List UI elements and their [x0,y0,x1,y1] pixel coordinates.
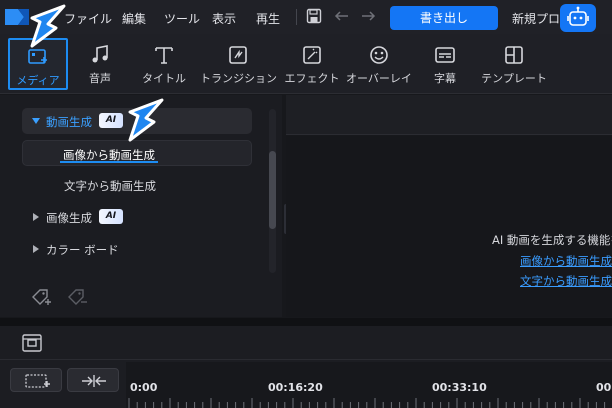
tab-media-label: メディア [16,74,60,87]
ruler-time-label: 00:16:20 [268,381,323,394]
overlay-icon [370,46,388,64]
tree-item-text-to-video[interactable]: 文字から動画生成 [22,172,252,198]
link-image-to-video[interactable]: 画像から動画生成 [520,253,612,269]
collapsed-arrow-icon [33,213,39,221]
menu-view[interactable]: 表示 [212,10,236,27]
tab-template[interactable]: テンプレート [478,38,550,90]
menu-edit[interactable]: 編集 [122,10,146,27]
collapsed-arrow-icon [33,245,39,253]
tree-item-image-generation-label: 画像生成 [46,211,92,225]
robot-icon [567,6,589,26]
content-area [286,136,612,317]
tab-effect[interactable]: エフェクト [280,38,344,90]
tab-title-label: タイトル [142,72,186,85]
ruler-ticks [128,398,606,408]
tab-audio[interactable]: 音声 [72,38,128,90]
menu-file[interactable]: ファイル [64,10,112,27]
scrollbar-thumb[interactable] [269,151,276,229]
transition-icon [229,46,247,64]
template-icon [505,46,523,64]
add-tag-icon[interactable] [30,288,52,308]
tab-subtitle[interactable]: 字幕 [420,38,470,90]
menu-bar: ファイル 編集 ツール 表示 再生 書き出し 新規プロジ [0,0,612,34]
tutorial-arrow-icon [30,4,66,48]
add-track-icon [25,374,50,388]
expanded-arrow-icon [32,118,40,124]
tab-effect-label: エフェクト [284,72,340,85]
ruler-time-label: 00: [596,381,612,394]
tab-transition[interactable]: トランジション [200,38,277,90]
effect-icon [303,46,321,64]
menu-playback[interactable]: 再生 [256,10,280,27]
redo-icon[interactable] [360,8,376,24]
menu-separator [296,9,297,25]
timeline-toolbar [0,326,612,360]
tab-title[interactable]: タイトル [132,38,196,90]
save-icon[interactable] [306,8,322,24]
tree-item-image-generation[interactable]: 画像生成 AI [22,204,252,230]
title-text-icon [155,47,173,64]
undo-icon[interactable] [334,8,350,24]
menu-tools[interactable]: ツール [164,10,200,27]
ai-badge: AI [99,209,123,224]
assistant-button[interactable] [560,4,596,32]
timeline-panel: 0:00 00:16:20 00:33:10 00: [0,326,612,408]
ruler-time-label: 00:33:10 [432,381,487,394]
content-header [286,95,612,135]
fit-timeline-button[interactable] [67,368,119,392]
tab-overlay-label: オーバーレイ [346,72,412,85]
tutorial-arrow-icon [128,98,164,142]
selected-underline [60,161,158,163]
remove-tag-icon[interactable] [66,288,88,308]
music-note-icon [92,45,108,63]
tab-bar: メディア 音声 タイトル トランジション エフェクト オーバーレイ 字幕 テンプ… [0,34,612,94]
tab-template-label: テンプレート [481,72,547,85]
tab-transition-label: トランジション [200,72,277,85]
export-button[interactable]: 書き出し [390,6,498,30]
add-track-button[interactable] [10,368,62,392]
tab-audio-label: 音声 [89,72,111,85]
tree-item-color-board[interactable]: カラー ボード [22,236,252,262]
ai-feature-hint: AI 動画を生成する機能を [492,233,612,247]
tab-subtitle-label: 字幕 [434,72,456,85]
tree-item-color-board-label: カラー ボード [46,243,119,257]
ruler-time-label: 0:00 [130,381,158,394]
fit-to-width-icon [82,375,106,387]
tree-item-text-to-video-label: 文字から動画生成 [64,179,156,193]
ai-badge: AI [99,113,123,128]
timeline-layout-icon[interactable] [22,334,42,352]
link-text-to-video[interactable]: 文字から動画生成 [520,273,612,289]
tab-overlay[interactable]: オーバーレイ [346,38,412,90]
timeline-divider [0,318,612,326]
tree-item-video-generation-label: 動画生成 [46,115,92,129]
subtitle-icon [435,47,455,63]
